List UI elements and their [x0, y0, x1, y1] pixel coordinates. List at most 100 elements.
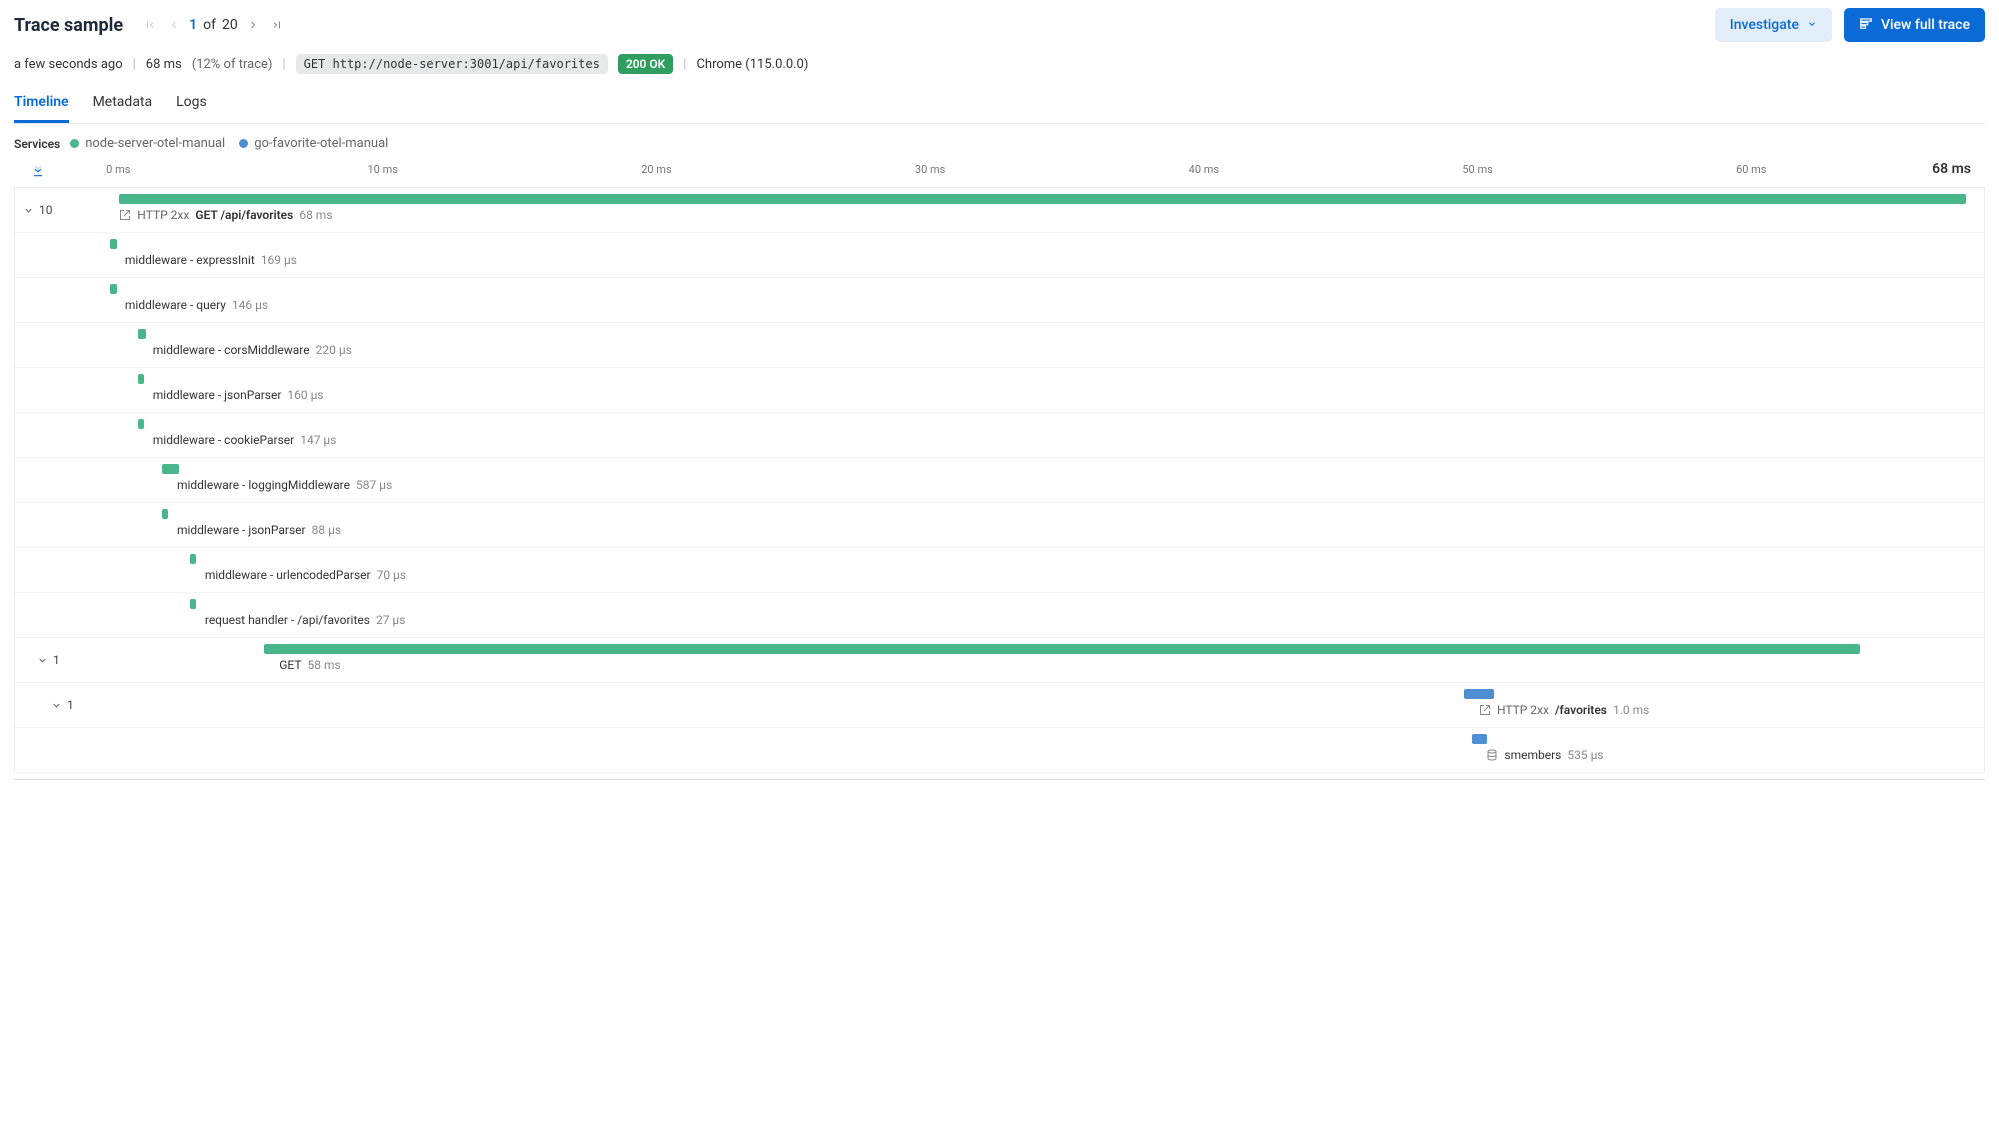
status-badge: 200 OK	[618, 54, 673, 74]
tab-logs[interactable]: Logs	[176, 88, 207, 123]
chevron-down-icon[interactable]	[21, 203, 35, 217]
axis-tick: 60 ms	[1736, 163, 1766, 176]
waterfall: 10HTTP 2xxGET /api/favorites68 msmiddlew…	[14, 188, 1985, 773]
span-duration: 587 µs	[356, 478, 392, 492]
span-label: HTTP 2xxGET /api/favorites68 ms	[119, 208, 332, 222]
span-row[interactable]: middleware - loggingMiddleware 587 µs	[15, 458, 1984, 503]
span-name: request handler - /api/favorites	[205, 613, 370, 627]
investigate-label: Investigate	[1730, 17, 1799, 33]
span-name: middleware - urlencodedParser	[205, 568, 371, 582]
span-label: HTTP 2xx/favorites1.0 ms	[1479, 703, 1649, 717]
span-name: middleware - jsonParser	[177, 523, 306, 537]
tab-metadata[interactable]: Metadata	[93, 88, 153, 123]
span-row[interactable]: middleware - expressInit 169 µs	[15, 233, 1984, 278]
chevron-down-icon[interactable]	[49, 698, 63, 712]
span-duration: 68 ms	[299, 208, 332, 222]
trace-icon	[1859, 16, 1873, 34]
tab-timeline[interactable]: Timeline	[14, 88, 69, 123]
span-bar[interactable]	[1464, 689, 1494, 699]
span-row[interactable]: middleware - cookieParser 147 µs	[15, 413, 1984, 458]
duration-text: 68 ms	[146, 57, 182, 72]
span-duration: 1.0 ms	[1613, 703, 1649, 717]
span-bar[interactable]	[110, 284, 117, 294]
span-bar[interactable]	[162, 509, 168, 519]
span-label: middleware - jsonParser 160 µs	[153, 388, 324, 402]
span-bar[interactable]	[138, 374, 145, 384]
span-label: middleware - cookieParser 147 µs	[153, 433, 337, 447]
span-duration: 160 µs	[287, 388, 323, 402]
pager-of-label: of	[203, 17, 216, 33]
chevron-down-icon[interactable]	[35, 653, 49, 667]
pager-next-icon[interactable]	[244, 16, 262, 34]
span-duration: 146 µs	[232, 298, 268, 312]
span-name: middleware - expressInit	[125, 253, 255, 267]
span-row[interactable]: 1 HTTP 2xx/favorites1.0 ms	[15, 683, 1984, 728]
span-label: middleware - corsMiddleware 220 µs	[153, 343, 352, 357]
span-duration: 27 µs	[376, 613, 405, 627]
span-bar[interactable]	[264, 644, 1860, 654]
axis-tick: 50 ms	[1462, 163, 1492, 176]
axis-end: 68 ms	[1932, 161, 1971, 177]
span-label: GET58 ms	[279, 658, 340, 672]
span-bar[interactable]	[162, 464, 179, 474]
span-row[interactable]: middleware - jsonParser 88 µs	[15, 503, 1984, 548]
exit-icon	[119, 209, 131, 221]
span-bar[interactable]	[138, 329, 146, 339]
span-name: middleware - cookieParser	[153, 433, 294, 447]
axis-tick: 30 ms	[915, 163, 945, 176]
span-row[interactable]: 1GET58 ms	[15, 638, 1984, 683]
span-duration: 88 µs	[312, 523, 341, 537]
exit-icon	[1479, 704, 1491, 716]
client-text: Chrome (115.0.0.0)	[696, 57, 808, 72]
pct-of-trace: (12% of trace)	[192, 57, 273, 72]
span-name: middleware - loggingMiddleware	[177, 478, 350, 492]
axis-tick: 40 ms	[1189, 163, 1219, 176]
span-label: smembers 535 µs	[1486, 748, 1603, 762]
age-text: a few seconds ago	[14, 57, 123, 72]
span-row[interactable]: 10HTTP 2xxGET /api/favorites68 ms	[15, 188, 1984, 233]
service-dot	[239, 139, 248, 148]
pager-prev-icon[interactable]	[165, 16, 183, 34]
span-name: middleware - corsMiddleware	[153, 343, 310, 357]
span-row[interactable]: middleware - query146 µs	[15, 278, 1984, 323]
service-name: go-favorite-otel-manual	[254, 136, 388, 151]
span-duration: 220 µs	[316, 343, 352, 357]
span-duration: 535 µs	[1567, 748, 1603, 762]
page-title: Trace sample	[14, 15, 123, 36]
service-legend-item[interactable]: go-favorite-otel-manual	[239, 136, 388, 151]
span-row[interactable]: middleware - corsMiddleware 220 µs	[15, 323, 1984, 368]
span-bar[interactable]	[110, 239, 117, 249]
span-bar[interactable]	[190, 554, 196, 564]
span-label: middleware - query146 µs	[125, 298, 268, 312]
investigate-button[interactable]: Investigate	[1715, 8, 1832, 42]
pager-last-icon[interactable]	[268, 16, 286, 34]
tabs: Timeline Metadata Logs	[14, 88, 1985, 124]
span-name: middleware - jsonParser	[153, 388, 282, 402]
span-row[interactable]: middleware - jsonParser 160 µs	[15, 368, 1984, 413]
span-name: smembers	[1504, 748, 1561, 762]
span-bar[interactable]	[119, 194, 1966, 204]
span-bar[interactable]	[190, 599, 196, 609]
axis-tick: 0 ms	[106, 163, 130, 176]
span-label: middleware - urlencodedParser70 µs	[205, 568, 406, 582]
span-row[interactable]: smembers 535 µs	[15, 728, 1984, 773]
service-legend-item[interactable]: node-server-otel-manual	[70, 136, 225, 151]
service-dot	[70, 139, 79, 148]
services-label: Services	[14, 137, 60, 151]
pager-first-icon[interactable]	[141, 16, 159, 34]
separator: |	[282, 57, 285, 72]
pager: 1 of 20	[141, 16, 286, 34]
span-duration: 169 µs	[261, 253, 297, 267]
span-bar[interactable]	[138, 419, 145, 429]
span-duration: 147 µs	[300, 433, 336, 447]
span-label: request handler - /api/favorites 27 µs	[205, 613, 406, 627]
separator: |	[683, 57, 686, 72]
span-row[interactable]: middleware - urlencodedParser70 µs	[15, 548, 1984, 593]
axis-tick: 10 ms	[367, 163, 397, 176]
span-row[interactable]: request handler - /api/favorites 27 µs	[15, 593, 1984, 638]
span-name: GET	[279, 658, 301, 672]
span-bar[interactable]	[1472, 734, 1488, 744]
view-full-trace-button[interactable]: View full trace	[1844, 8, 1985, 42]
span-child-count: 1	[67, 698, 74, 712]
separator: |	[133, 57, 136, 72]
